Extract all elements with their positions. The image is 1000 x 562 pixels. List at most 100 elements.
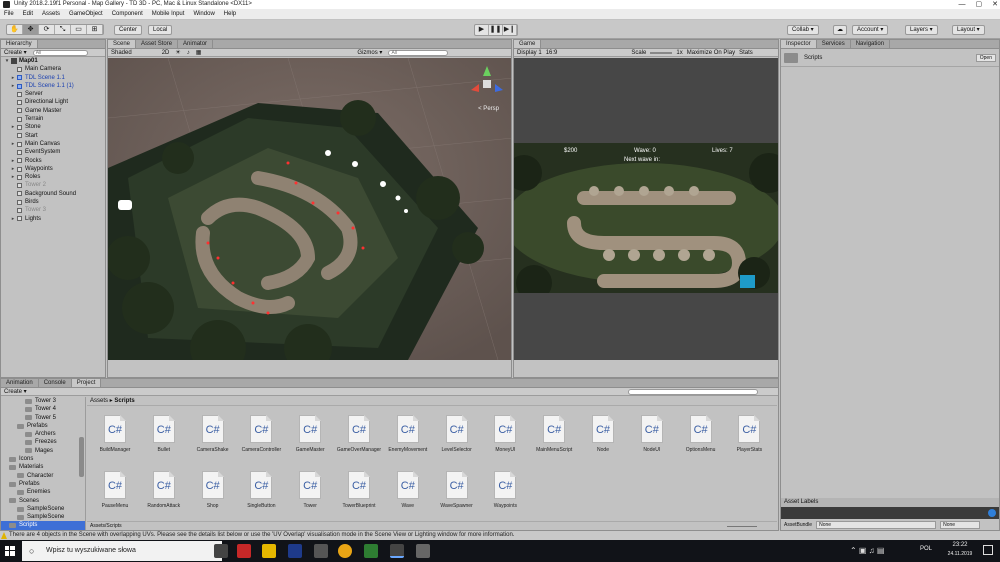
icon-size-slider[interactable] [727, 526, 757, 527]
hierarchy-item[interactable]: ▸ TDL Scene 1.1 [9, 74, 105, 82]
pivot-toggle[interactable]: Center [114, 25, 143, 35]
display-dropdown[interactable]: Display 1 [517, 50, 542, 56]
expand-icon[interactable]: ▸ [9, 82, 17, 90]
script-asset[interactable]: C# Shop [190, 471, 236, 523]
variant-dropdown[interactable]: None [940, 521, 981, 529]
script-asset[interactable]: C# OptionsMenu [678, 415, 724, 467]
lighting-toggle-icon[interactable]: ☀ [175, 49, 180, 56]
app-icon-misc[interactable] [416, 544, 430, 558]
maximize-on-play-toggle[interactable]: Maximize On Play [687, 50, 735, 56]
tab-project[interactable]: Project [71, 379, 102, 387]
rotate-tool-icon[interactable]: ⟳ [39, 25, 55, 34]
tab-scene[interactable]: Scene [108, 40, 137, 48]
menu-window[interactable]: Window [193, 9, 214, 19]
script-asset[interactable]: C# Waypoints [482, 471, 528, 523]
clock-date[interactable]: 24.11.2019 [942, 551, 978, 557]
script-asset[interactable]: C# Tower [287, 471, 333, 523]
script-asset[interactable]: C# TowerBlueprint [336, 471, 382, 523]
scene-gizmo[interactable] [467, 64, 507, 104]
app-icon-gray[interactable] [314, 544, 328, 558]
hand-tool-icon[interactable]: ✋ [7, 25, 23, 34]
hierarchy-search-input[interactable]: All [32, 49, 88, 56]
script-asset[interactable]: C# NodeUI [629, 415, 675, 467]
hierarchy-item[interactable]: Start [9, 132, 105, 140]
menu-mobile-input[interactable]: Mobile Input [152, 9, 185, 19]
hierarchy-item[interactable]: ▸ Main Canvas [9, 140, 105, 148]
folder-tree-item[interactable]: SampleScene [1, 505, 85, 513]
folder-tree-item[interactable]: Icons [1, 455, 85, 463]
folder-tree-item[interactable]: Archers [1, 430, 85, 438]
expand-icon[interactable]: ▸ [9, 157, 17, 165]
hierarchy-item[interactable]: ▸ Lights [9, 215, 105, 223]
folder-tree-item[interactable]: Freezes [1, 438, 85, 446]
folder-tree-item[interactable]: Prefabs [1, 422, 85, 430]
script-asset[interactable]: C# GameOverManager [336, 415, 382, 467]
hierarchy-item[interactable]: ▸ Roles [9, 173, 105, 181]
tab-hierarchy[interactable]: Hierarchy [1, 40, 38, 48]
project-create-button[interactable]: Create ▾ [4, 388, 27, 395]
tab-navigation[interactable]: Navigation [851, 40, 891, 48]
tab-asset-store[interactable]: Asset Store [136, 40, 179, 48]
hierarchy-item[interactable]: Server [9, 90, 105, 98]
hud-shop-button[interactable] [740, 275, 755, 288]
script-asset[interactable]: C# PlayerStats [726, 415, 772, 467]
menu-edit[interactable]: Edit [23, 9, 33, 19]
tree-scrollbar[interactable] [79, 437, 84, 477]
folder-tree-item[interactable]: Character [1, 472, 85, 480]
script-asset[interactable]: C# CameraController [238, 415, 284, 467]
clock-time[interactable]: 23:22 [945, 542, 975, 548]
hierarchy-item[interactable]: Game Master [9, 107, 105, 115]
task-view-icon[interactable] [214, 544, 228, 558]
move-tool-icon[interactable]: ✥ [23, 25, 39, 34]
tab-inspector[interactable]: Inspector [781, 40, 817, 48]
taskbar-search-input[interactable]: ○ Wpisz tu wyszukiwane słowa [22, 541, 222, 561]
stats-toggle[interactable]: Stats [739, 50, 753, 56]
folder-tree-item[interactable]: Tower 3 [1, 397, 85, 405]
language-indicator[interactable]: POL [920, 546, 932, 552]
breadcrumb-assets[interactable]: Assets [90, 398, 108, 404]
file-explorer-icon[interactable] [262, 544, 276, 558]
cloud-icon[interactable]: ☁ [833, 25, 847, 35]
script-asset[interactable]: C# EnemyMovement [385, 415, 431, 467]
expand-icon[interactable]: ▾ [3, 57, 11, 65]
scale-slider[interactable] [650, 51, 673, 54]
hierarchy-item[interactable]: Tower 3 [9, 206, 105, 214]
script-asset[interactable]: C# SingleButton [238, 471, 284, 523]
folder-tree-item[interactable]: Scenes [1, 497, 85, 505]
hierarchy-item[interactable]: Tower 2 [9, 181, 105, 189]
hierarchy-item[interactable]: EventSystem [9, 148, 105, 156]
maximize-button[interactable]: ▢ [976, 0, 983, 9]
menu-gameobject[interactable]: GameObject [69, 9, 103, 19]
hierarchy-item[interactable]: Terrain [9, 115, 105, 123]
play-icon[interactable]: ▶ [475, 25, 489, 35]
chrome-icon[interactable] [338, 544, 352, 558]
aspect-dropdown[interactable]: 16:9 [546, 50, 558, 56]
folder-tree-item[interactable]: Mages [1, 447, 85, 455]
script-asset[interactable]: C# GameMaster [287, 415, 333, 467]
hierarchy-item[interactable]: ▸ Waypoints [9, 165, 105, 173]
hierarchy-item[interactable]: Main Camera [9, 65, 105, 73]
hierarchy-item[interactable]: ▸ TDL Scene 1.1 (1) [9, 82, 105, 90]
script-asset[interactable]: C# Bullet [141, 415, 187, 467]
app-icon-red[interactable] [237, 544, 251, 558]
folder-tree-item[interactable]: Prefabs [1, 480, 85, 488]
expand-icon[interactable]: ▸ [9, 165, 17, 173]
2d-toggle[interactable]: 2D [162, 50, 170, 56]
notifications-icon[interactable] [983, 545, 993, 555]
expand-icon[interactable]: ▸ [9, 123, 17, 131]
menu-file[interactable]: File [4, 9, 14, 19]
folder-tree-item[interactable]: Materials [1, 463, 85, 471]
expand-icon[interactable]: ▸ [9, 215, 17, 223]
script-asset[interactable]: C# RandomAttack [141, 471, 187, 523]
breadcrumb-scripts[interactable]: Scripts [114, 398, 134, 404]
shading-mode-dropdown[interactable]: Shaded [111, 50, 132, 56]
hierarchy-item[interactable]: Birds [9, 198, 105, 206]
layers-dropdown[interactable]: Layers ▾ [905, 25, 938, 35]
script-asset[interactable]: C# CameraShake [190, 415, 236, 467]
layout-dropdown[interactable]: Layout ▾ [952, 25, 985, 35]
script-asset[interactable]: C# LevelSelector [434, 415, 480, 467]
label-tag-icon[interactable] [988, 509, 996, 517]
close-button[interactable]: ✕ [992, 0, 998, 9]
excel-icon[interactable] [364, 544, 378, 558]
tab-game[interactable]: Game [514, 40, 542, 48]
